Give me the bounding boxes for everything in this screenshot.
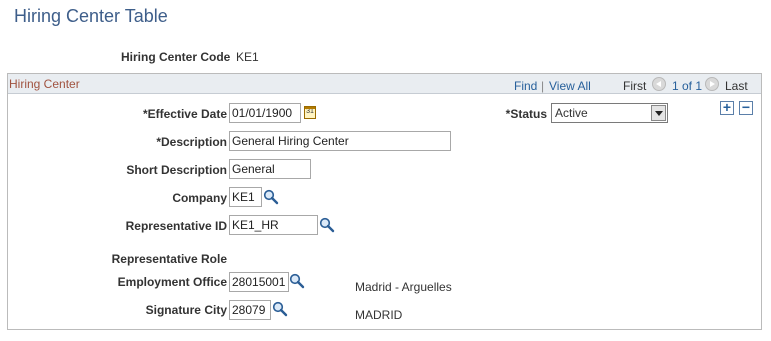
hiring-center-code-label: Hiring Center Code bbox=[121, 50, 231, 64]
lookup-icon[interactable] bbox=[272, 301, 288, 317]
page-title: Hiring Center Table bbox=[14, 6, 168, 26]
company-field[interactable]: KE1 bbox=[229, 187, 262, 207]
hiring-center-code-value: KE1 bbox=[236, 50, 259, 64]
lookup-icon[interactable] bbox=[289, 273, 305, 289]
status-select[interactable]: Active bbox=[551, 103, 668, 123]
lookup-icon[interactable] bbox=[263, 189, 279, 205]
next-icon[interactable] bbox=[705, 77, 719, 91]
effective-date-field[interactable]: 01/01/1900 bbox=[229, 103, 301, 123]
signature-city-label: Signature City bbox=[145, 303, 227, 317]
description-label: *Description bbox=[156, 135, 227, 149]
find-link[interactable]: Find bbox=[514, 79, 537, 93]
view-all-link[interactable]: View All bbox=[549, 79, 591, 93]
company-label: Company bbox=[172, 191, 227, 205]
description-field[interactable]: General Hiring Center bbox=[229, 131, 451, 151]
employment-office-label: Employment Office bbox=[117, 275, 227, 289]
signature-city-field[interactable]: 28079 bbox=[229, 300, 271, 320]
employment-office-description: Madrid - Arguelles bbox=[355, 280, 452, 294]
panel-header bbox=[8, 74, 761, 94]
short-description-field[interactable]: General bbox=[229, 159, 311, 179]
nav-separator: | bbox=[541, 79, 545, 93]
add-row-icon[interactable]: + bbox=[720, 100, 734, 115]
lookup-icon[interactable] bbox=[319, 217, 335, 233]
delete-row-icon[interactable]: − bbox=[739, 100, 753, 115]
last-label: Last bbox=[725, 79, 748, 93]
first-label: First bbox=[623, 79, 647, 93]
employment-office-field[interactable]: 28015001 bbox=[229, 272, 289, 292]
representative-id-field[interactable]: KE1_HR bbox=[229, 215, 318, 235]
status-label: *Status bbox=[505, 107, 547, 121]
status-value: Active bbox=[555, 106, 588, 120]
signature-city-description: MADRID bbox=[355, 308, 403, 322]
representative-id-label: Representative ID bbox=[125, 219, 227, 233]
calendar-icon[interactable]: 31 bbox=[304, 106, 316, 119]
prev-icon[interactable] bbox=[652, 77, 666, 91]
short-description-label: Short Description bbox=[126, 163, 227, 177]
panel-title: Hiring Center bbox=[9, 77, 80, 91]
dropdown-arrow-icon bbox=[651, 105, 666, 121]
effective-date-label: *Effective Date bbox=[142, 107, 227, 121]
row-position: 1 of 1 bbox=[672, 79, 703, 93]
representative-role-label: Representative Role bbox=[111, 252, 227, 266]
